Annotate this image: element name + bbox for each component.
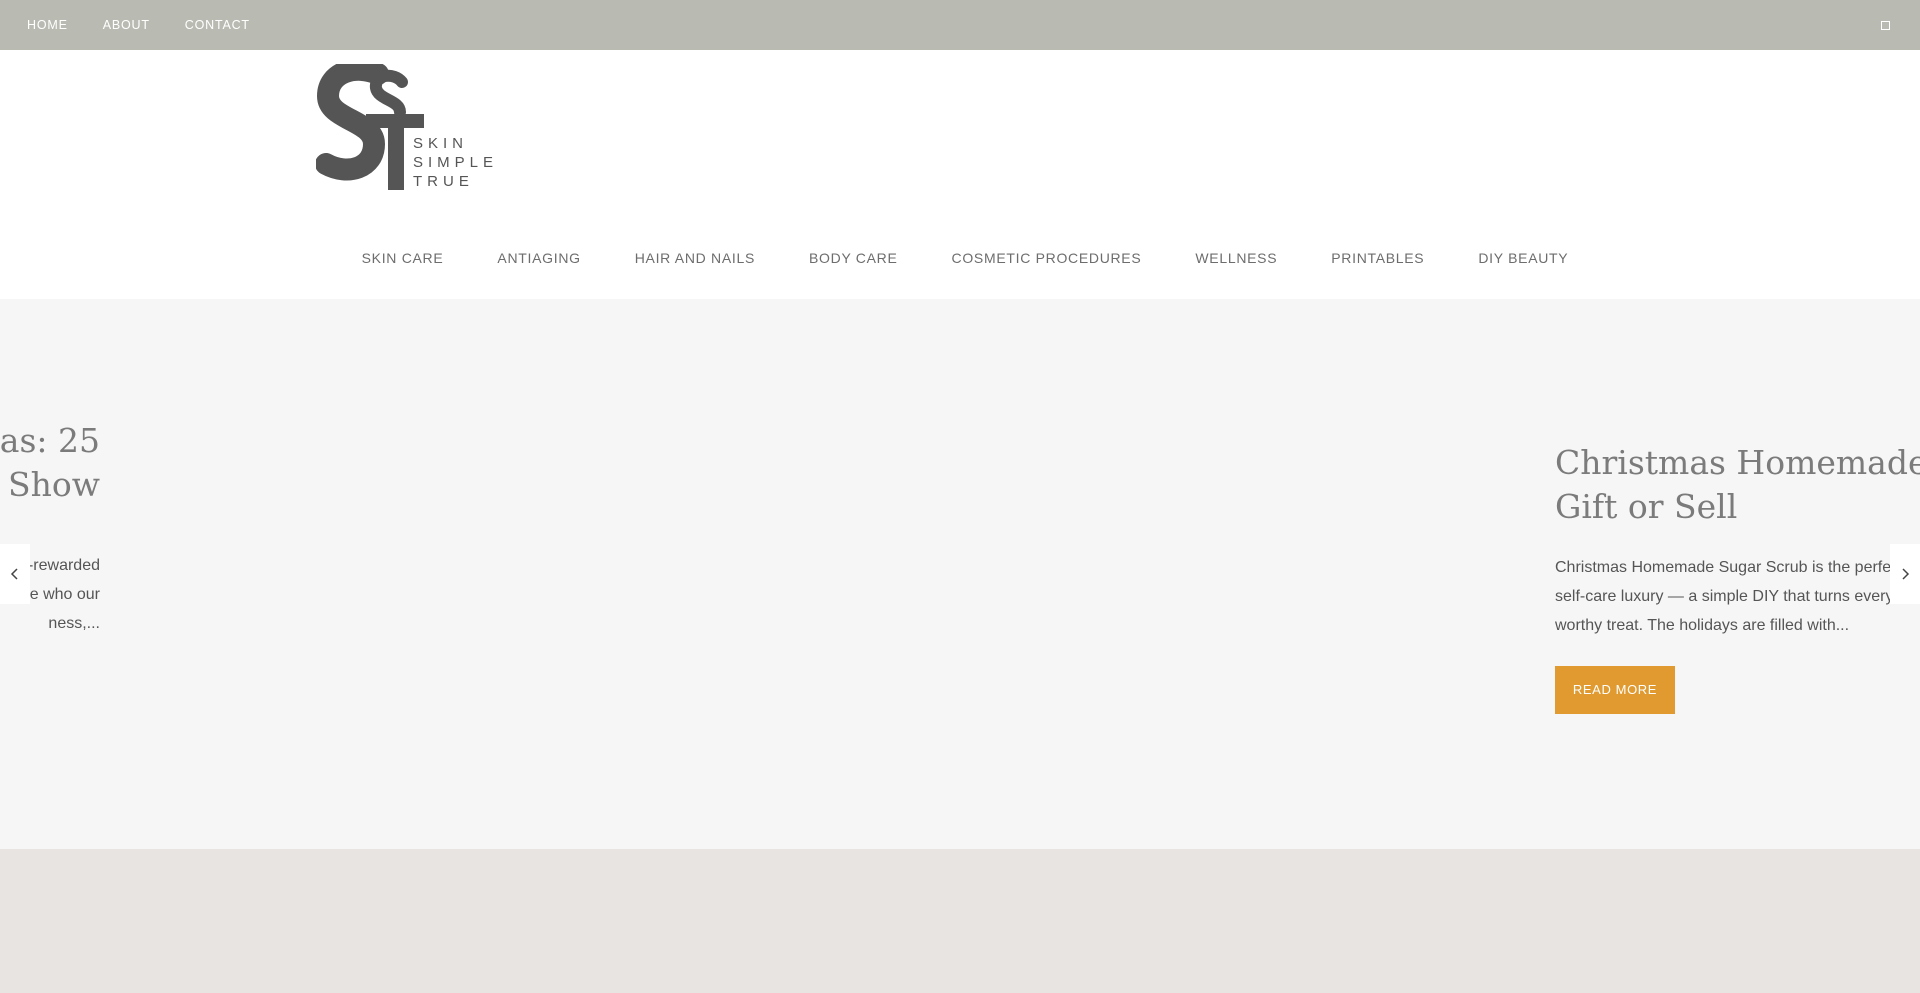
slider-next-button[interactable] xyxy=(1890,544,1920,604)
slide-excerpt: Christmas Homemade Sugar Scrub is the pe… xyxy=(1555,553,1920,640)
bottom-section xyxy=(0,849,1920,993)
site-logo[interactable]: SKIN SIMPLE TRUE xyxy=(316,64,496,194)
slide-title-line: Christmas Homemade S xyxy=(1555,443,1920,482)
slider-prev-button[interactable] xyxy=(0,544,30,604)
chevron-left-icon xyxy=(10,568,18,580)
excerpt-line: worthy treat. The holidays are filled wi… xyxy=(1555,617,1850,634)
slide-current: Christmas Homemade S Gift or Sell Christ… xyxy=(1555,441,1920,714)
main-nav: SKIN CARE ANTIAGING HAIR AND NAILS BODY … xyxy=(0,250,1920,270)
nav-diy-beauty[interactable]: DIY BEAUTY xyxy=(1478,250,1568,270)
nav-antiaging[interactable]: ANTIAGING xyxy=(497,250,580,270)
nav-body-care[interactable]: BODY CARE xyxy=(809,250,898,270)
slide-title-line: Ideas: 25 xyxy=(0,421,100,460)
site-header: SKIN SIMPLE TRUE SKIN CARE ANTIAGING HAI… xyxy=(0,50,1920,299)
read-more-button[interactable]: READ MORE xyxy=(1555,666,1675,714)
square-icon[interactable] xyxy=(1881,21,1890,30)
slide-title-line: Gift or Sell xyxy=(1555,487,1738,526)
logo-line-1: SKIN xyxy=(413,135,468,152)
nav-wellness[interactable]: WELLNESS xyxy=(1195,250,1277,270)
logo-icon: SKIN SIMPLE TRUE xyxy=(316,64,496,190)
excerpt-line: ness,... xyxy=(48,615,100,632)
slide-title[interactable]: Ideas: 25 uly Show xyxy=(0,419,100,507)
chevron-right-icon xyxy=(1902,568,1910,580)
slide-title-line: uly Show xyxy=(0,465,100,504)
top-nav-contact[interactable]: CONTACT xyxy=(185,18,250,32)
slide-title[interactable]: Christmas Homemade S Gift or Sell xyxy=(1555,441,1920,529)
top-bar: HOME ABOUT CONTACT xyxy=(0,0,1920,50)
logo-line-3: TRUE xyxy=(413,173,474,190)
slide-previous: Ideas: 25 uly Show nt and under-rewarded… xyxy=(0,419,100,638)
nav-skin-care[interactable]: SKIN CARE xyxy=(362,250,444,270)
nav-hair-and-nails[interactable]: HAIR AND NAILS xyxy=(635,250,755,270)
excerpt-line: Christmas Homemade Sugar Scrub is the pe… xyxy=(1555,559,1900,576)
top-nav-home[interactable]: HOME xyxy=(27,18,68,32)
nav-printables[interactable]: PRINTABLES xyxy=(1331,250,1424,270)
featured-slider: Ideas: 25 uly Show nt and under-rewarded… xyxy=(0,299,1920,849)
top-nav: HOME ABOUT CONTACT xyxy=(27,0,250,50)
top-nav-about[interactable]: ABOUT xyxy=(103,18,150,32)
logo-line-2: SIMPLE xyxy=(413,154,496,171)
excerpt-line: self-care luxury — a simple DIY that tur… xyxy=(1555,588,1894,605)
nav-cosmetic-procedures[interactable]: COSMETIC PROCEDURES xyxy=(952,250,1142,270)
